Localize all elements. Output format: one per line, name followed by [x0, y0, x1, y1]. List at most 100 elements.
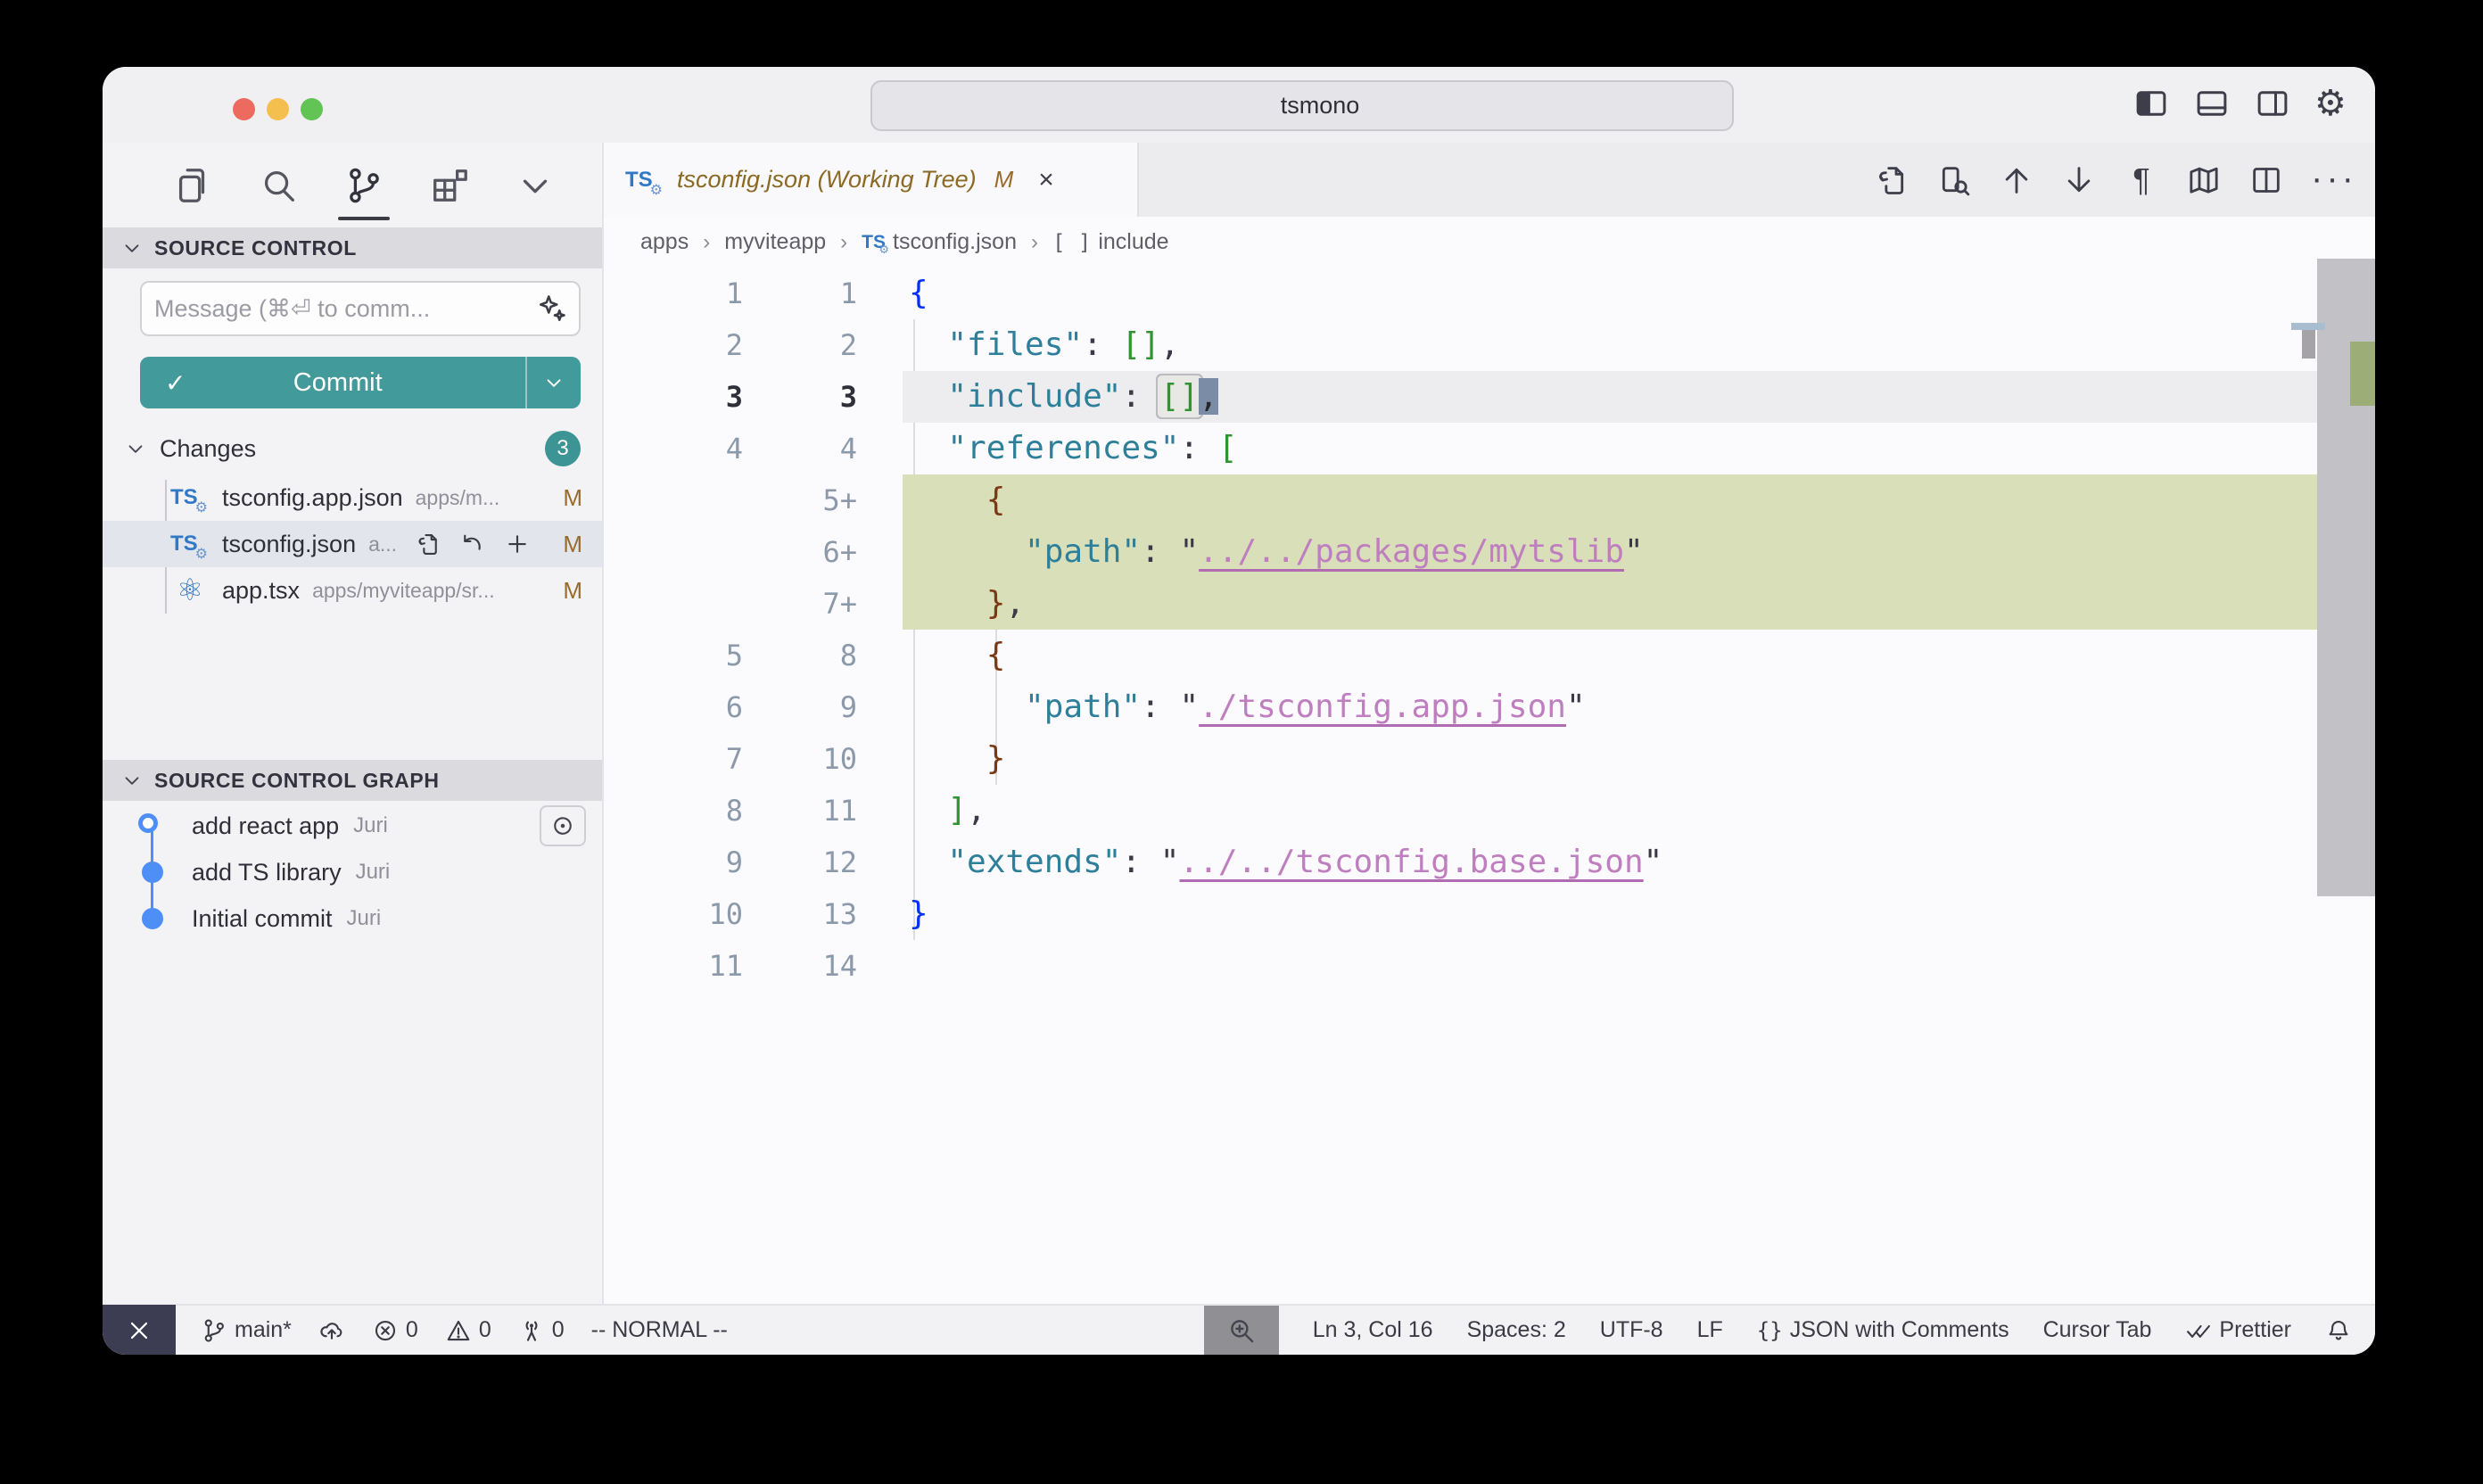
- commit-button[interactable]: ✓ Commit: [140, 357, 581, 408]
- settings-gear-icon[interactable]: ⚙: [2314, 85, 2352, 122]
- extensions-icon[interactable]: [429, 165, 470, 206]
- status-item-json-with-comments[interactable]: {}JSON with Comments: [1757, 1317, 2009, 1343]
- code-line[interactable]: 10 13 }: [604, 888, 2375, 940]
- close-window-button[interactable]: [233, 98, 255, 120]
- code-line[interactable]: 5 8 {: [604, 630, 2375, 681]
- close-tab-icon[interactable]: ×: [1038, 165, 1054, 195]
- bell-icon[interactable]: [2325, 1317, 2352, 1344]
- code-line[interactable]: 7 10 }: [604, 733, 2375, 785]
- file-row-tsconfig.json[interactable]: TS⚙ tsconfig.json a... M: [103, 521, 602, 567]
- scroll-top-widget[interactable]: [2291, 323, 2325, 359]
- breadcrumb-item-apps[interactable]: apps: [640, 229, 689, 255]
- toggle-panel-icon[interactable]: [2193, 85, 2231, 122]
- zoom-indicator[interactable]: [1204, 1306, 1279, 1355]
- open-file-icon[interactable]: [415, 531, 441, 557]
- original-line-number: 2: [604, 319, 747, 371]
- vscode-window: tsmono ⚙ SOURCE CONTROL ✓ Commit Changes…: [103, 67, 2375, 1355]
- source-control-icon[interactable]: [343, 165, 384, 206]
- previous-change-icon[interactable]: [1999, 162, 2034, 198]
- line-content: [903, 940, 2317, 992]
- commit-dropdown-button[interactable]: [525, 357, 581, 408]
- line-content: }: [903, 888, 2317, 940]
- status-item-ln-3-col-16[interactable]: Ln 3, Col 16: [1313, 1317, 1433, 1343]
- original-line-number: 6: [604, 681, 747, 733]
- original-line-number: 10: [604, 888, 747, 940]
- tab-tsconfig-working-tree[interactable]: TS⚙ tsconfig.json (Working Tree) M ×: [604, 143, 1139, 217]
- code-line-added[interactable]: 7+ },: [604, 578, 2375, 630]
- radio-tower-icon: [518, 1317, 545, 1344]
- next-change-icon[interactable]: [2061, 162, 2097, 198]
- status-item-prettier[interactable]: Prettier: [2185, 1317, 2291, 1344]
- source-control-graph-header[interactable]: SOURCE CONTROL GRAPH: [103, 760, 602, 801]
- commit-row[interactable]: Initial commit Juri: [103, 895, 602, 942]
- changes-header[interactable]: Changes 3: [103, 428, 602, 469]
- remote-indicator[interactable]: [103, 1305, 176, 1355]
- code-line-added[interactable]: 6+ "path": "../../packages/mytslib": [604, 526, 2375, 578]
- changes-file-list: TS⚙ tsconfig.app.json apps/m... M TS⚙ ts…: [103, 474, 602, 614]
- file-row-app.tsx[interactable]: ⚛ app.tsx apps/myviteapp/sr... M: [103, 567, 602, 614]
- diff-review-icon[interactable]: [1936, 162, 1972, 198]
- chevron-down-icon[interactable]: [515, 165, 556, 206]
- minimize-window-button[interactable]: [267, 98, 289, 120]
- whitespace-icon[interactable]: ¶: [2124, 162, 2159, 198]
- open-changes-icon[interactable]: [1874, 162, 1910, 198]
- status-item-0[interactable]: 0: [372, 1317, 418, 1344]
- status-item-cursor-tab[interactable]: Cursor Tab: [2043, 1317, 2152, 1343]
- ts-file-icon: TS⚙: [170, 532, 210, 556]
- discard-icon[interactable]: [459, 531, 486, 557]
- source-control-section-header[interactable]: SOURCE CONTROL: [103, 227, 602, 268]
- code-line[interactable]: 9 12 "extends": "../../tsconfig.base.jso…: [604, 837, 2375, 888]
- braces-icon: {}: [1757, 1318, 1783, 1343]
- maximize-window-button[interactable]: [301, 98, 323, 120]
- code-line[interactable]: 6 9 "path": "./tsconfig.app.json": [604, 681, 2375, 733]
- file-row-tsconfig.app.json[interactable]: TS⚙ tsconfig.app.json apps/m... M: [103, 474, 602, 521]
- search-icon[interactable]: [258, 165, 299, 206]
- map-icon[interactable]: [2186, 162, 2222, 198]
- status-item-0[interactable]: 0: [445, 1317, 491, 1344]
- commit-row[interactable]: add TS library Juri: [103, 849, 602, 895]
- code-line[interactable]: 1 1 {: [604, 268, 2375, 319]
- code-line[interactable]: 11 14: [604, 940, 2375, 992]
- cloud-upload-icon[interactable]: [318, 1317, 345, 1344]
- status-item-normal[interactable]: -- NORMAL --: [591, 1317, 728, 1343]
- code-line[interactable]: 3 3 "include": [],: [604, 371, 2375, 423]
- commit-row[interactable]: add react app Juri: [103, 803, 602, 849]
- token: []: [1121, 326, 1159, 363]
- status-bar: main*000-- NORMAL -- Ln 3, Col 16Spaces:…: [103, 1304, 2375, 1355]
- status-item-utf-8[interactable]: UTF-8: [1600, 1317, 1663, 1343]
- token: ,: [1005, 585, 1025, 622]
- toggle-primary-sidebar-icon[interactable]: [2132, 85, 2170, 122]
- breadcrumb-item-include[interactable]: [ ]include: [1052, 229, 1169, 255]
- commit-message-input[interactable]: [142, 295, 536, 323]
- diff-editor[interactable]: 1 1 { 2 2 "files": [], 3 3 "include": []…: [604, 268, 2375, 1304]
- status-item-lf[interactable]: LF: [1697, 1317, 1723, 1343]
- sidebar: SOURCE CONTROL ✓ Commit Changes 3 TS⚙ ts…: [103, 143, 602, 1304]
- file-path: apps/myviteapp/sr...: [312, 579, 495, 603]
- status-item-spaces-2[interactable]: Spaces: 2: [1467, 1317, 1566, 1343]
- code-line[interactable]: 2 2 "files": [],: [604, 319, 2375, 371]
- back-icon[interactable]: [743, 87, 779, 122]
- split-editor-icon[interactable]: [2248, 162, 2284, 198]
- original-line-number: [604, 526, 747, 578]
- cloud-upload-icon: [318, 1317, 345, 1344]
- token: ,: [967, 792, 986, 829]
- token: ../../tsconfig.base.json: [1179, 844, 1643, 880]
- breadcrumb-item-tsconfig.json[interactable]: TS⚙tsconfig.json: [862, 229, 1017, 255]
- commit-message-box: [140, 281, 581, 336]
- checkout-action-button[interactable]: [540, 805, 586, 846]
- sparkle-icon[interactable]: [536, 293, 568, 325]
- original-line-number: 8: [604, 785, 747, 837]
- more-actions-icon[interactable]: ···: [2311, 162, 2347, 198]
- explorer-icon[interactable]: [172, 165, 213, 206]
- modified-line-number: 1: [747, 268, 861, 319]
- status-item-0[interactable]: 0: [518, 1317, 565, 1344]
- status-item-main[interactable]: main*: [201, 1317, 292, 1344]
- code-line-added[interactable]: 5+ {: [604, 474, 2375, 526]
- breadcrumb-item-myviteapp[interactable]: myviteapp: [724, 229, 826, 255]
- stage-icon[interactable]: [504, 531, 531, 557]
- command-center-search[interactable]: tsmono: [870, 80, 1734, 131]
- toggle-secondary-sidebar-icon[interactable]: [2254, 85, 2291, 122]
- code-line[interactable]: 4 4 "references": [: [604, 423, 2375, 474]
- forward-icon[interactable]: [804, 87, 839, 122]
- code-line[interactable]: 8 11 ],: [604, 785, 2375, 837]
